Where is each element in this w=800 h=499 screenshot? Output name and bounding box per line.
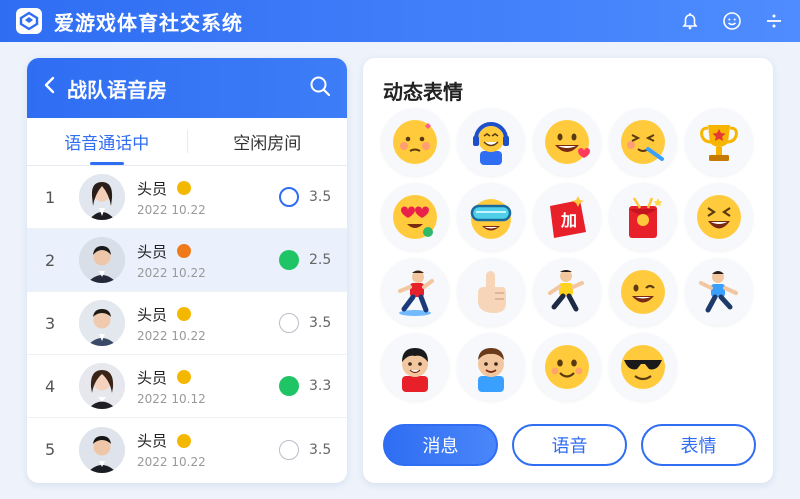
avatar <box>79 300 125 346</box>
avatar <box>79 174 125 220</box>
emoji-panel-title: 动态表情 <box>383 80 463 104</box>
blushing-face-icon[interactable] <box>381 108 449 176</box>
mic-status-circle[interactable] <box>279 439 299 460</box>
member-row[interactable]: 1 头员 2022 10.22 3.5 <box>27 166 347 229</box>
status-dot <box>177 307 192 321</box>
dancer-icon[interactable] <box>685 258 753 326</box>
member-date: 2022 10.22 <box>137 328 206 343</box>
smiling-face-icon[interactable] <box>533 333 601 401</box>
member-index: 3 <box>45 313 56 333</box>
member-score: 3.5 <box>309 315 332 331</box>
member-name: 头员 <box>137 305 168 324</box>
member-list: 1 头员 2022 10.22 3.5 2 头员 2022 10.22 2.5 … <box>27 166 347 481</box>
avatar <box>79 363 125 409</box>
search-icon[interactable] <box>309 75 331 101</box>
room-tabs: 语音通话中 空闲房间 <box>27 118 347 166</box>
message-button[interactable]: 消息 <box>383 424 498 466</box>
member-date: 2022 10.22 <box>137 202 206 217</box>
member-row[interactable]: 4 头员 2022 10.12 3.3 <box>27 355 347 418</box>
member-index: 4 <box>45 376 56 396</box>
member-score: 3.5 <box>309 441 332 458</box>
app-logo-icon <box>16 8 42 34</box>
athlete-boy-icon[interactable] <box>381 333 449 401</box>
grinning-face-icon[interactable] <box>533 108 601 176</box>
avatar <box>79 237 125 283</box>
headphones-gamer-icon[interactable] <box>457 108 525 176</box>
member-index: 5 <box>45 440 56 459</box>
pointing-finger-icon[interactable] <box>457 258 525 326</box>
divide-icon[interactable] <box>764 11 784 31</box>
runner-icon[interactable] <box>381 258 449 326</box>
avatar <box>79 426 125 473</box>
member-index: 2 <box>45 250 56 270</box>
member-name: 头员 <box>137 179 168 198</box>
mic-status-circle[interactable] <box>279 250 299 270</box>
member-date: 2022 10.22 <box>137 455 206 469</box>
notification-bell-icon[interactable] <box>680 11 700 31</box>
sunglasses-face-icon[interactable] <box>609 333 677 401</box>
action-bar: 消息 语音 表情 <box>383 424 756 466</box>
room-header: 战队语音房 <box>27 58 347 118</box>
laughing-face-icon[interactable] <box>685 183 753 251</box>
squinting-face-icon[interactable] <box>609 108 677 176</box>
status-dot <box>177 181 192 195</box>
mic-status-circle[interactable] <box>279 313 299 333</box>
room-title: 战队语音房 <box>67 77 167 102</box>
jia-label: 加 <box>560 211 577 230</box>
member-name: 头员 <box>137 368 168 387</box>
status-dot <box>177 244 192 258</box>
tab-in-call[interactable]: 语音通话中 <box>27 118 187 165</box>
member-row[interactable]: 2 头员 2022 10.22 2.5 <box>27 229 347 292</box>
trophy-icon[interactable] <box>685 108 753 176</box>
member-score: 3.5 <box>309 189 332 205</box>
voice-room-panel: 战队语音房 语音通话中 空闲房间 1 头员 2022 10.22 3.5 2 头… <box>27 58 347 483</box>
member-date: 2022 10.22 <box>137 265 206 280</box>
jia-sticker-icon[interactable]: 加 <box>533 183 601 251</box>
member-score: 3.3 <box>309 378 332 394</box>
red-envelope-icon[interactable] <box>609 183 677 251</box>
member-row[interactable]: 5 头员 2022 10.22 3.5 <box>27 418 347 481</box>
mic-status-circle[interactable] <box>279 376 299 396</box>
heart-eyes-face-icon[interactable] <box>381 183 449 251</box>
tab-idle-rooms[interactable]: 空闲房间 <box>188 118 348 165</box>
emoji-button[interactable]: 表情 <box>641 424 756 466</box>
member-name: 头员 <box>137 432 168 450</box>
athlete-man-icon[interactable] <box>457 333 525 401</box>
app-header: 爱游戏体育社交系统 <box>0 0 800 42</box>
emoji-panel: 动态表情 加 消息 语音 表情 <box>363 58 773 483</box>
jogger-icon[interactable] <box>533 258 601 326</box>
goggles-face-icon[interactable] <box>457 183 525 251</box>
member-score: 2.5 <box>309 252 332 268</box>
smiley-icon[interactable] <box>722 11 742 31</box>
status-dot <box>177 433 192 448</box>
back-chevron-icon[interactable] <box>43 75 57 101</box>
member-row[interactable]: 3 头员 2022 10.22 3.5 <box>27 292 347 355</box>
emoji-grid: 加 <box>381 108 753 401</box>
voice-button[interactable]: 语音 <box>512 424 627 466</box>
member-index: 1 <box>45 187 56 207</box>
winking-face-icon[interactable] <box>609 258 677 326</box>
member-name: 头员 <box>137 242 168 261</box>
app-title: 爱游戏体育社交系统 <box>54 10 243 35</box>
status-dot <box>177 370 192 384</box>
member-date: 2022 10.12 <box>137 391 206 406</box>
mic-status-circle[interactable] <box>279 187 299 207</box>
